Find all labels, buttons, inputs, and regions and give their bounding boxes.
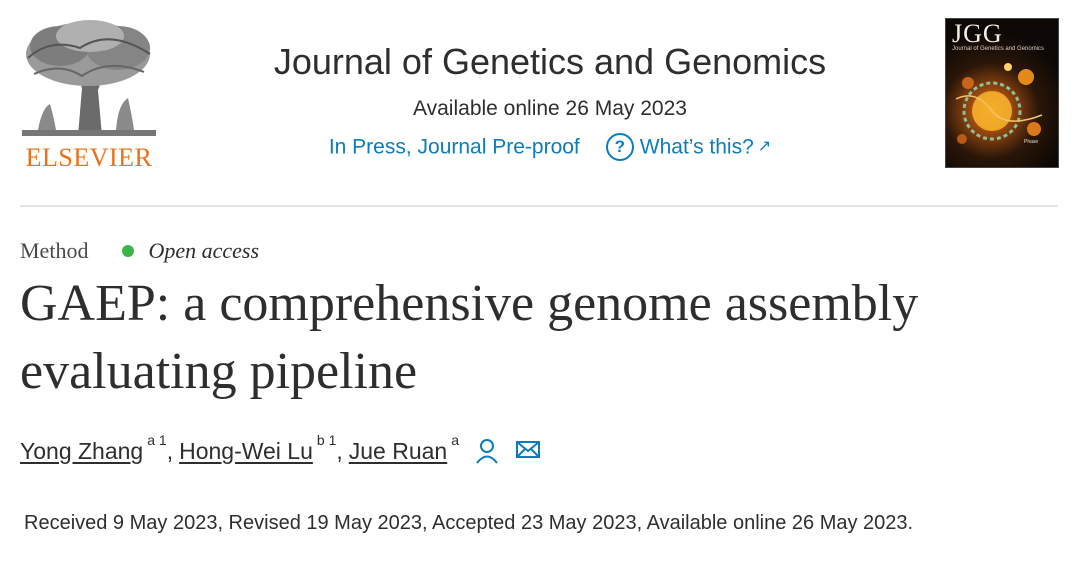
author-list: Yong Zhang a 1, Hong-Wei Lu b 1, Jue Rua… — [20, 432, 541, 470]
article-status-line: In Press, Journal Pre-proof? What’s this?… — [200, 132, 900, 162]
journal-cover[interactable]: Phase JGG Journal of Genetics and Genomi… — [945, 18, 1059, 168]
elsevier-tree-icon — [20, 18, 158, 140]
header-divider — [20, 205, 1058, 207]
publisher-name: ELSEVIER — [25, 143, 153, 172]
article-type: Method — [20, 238, 89, 263]
person-icon[interactable] — [475, 438, 499, 470]
mail-icon[interactable] — [515, 438, 541, 466]
svg-text:Phase: Phase — [1024, 139, 1038, 145]
journal-header: Journal of Genetics and Genomics Availab… — [200, 38, 900, 162]
author-separator: , — [336, 438, 343, 464]
external-link-icon: ↗ — [757, 138, 772, 156]
article-meta: Method Open access — [20, 238, 259, 264]
cover-title: JGG — [952, 19, 1003, 48]
open-access-label: Open access — [148, 238, 260, 263]
author-separator: , — [166, 438, 174, 464]
open-access-dot-icon — [122, 245, 135, 257]
journal-title[interactable]: Journal of Genetics and Genomics — [200, 38, 900, 86]
author-affiliation[interactable]: a 1 — [147, 432, 166, 448]
author-affiliation[interactable]: a — [451, 432, 459, 448]
author-affiliation[interactable]: b 1 — [317, 432, 336, 448]
author-link[interactable]: Yong Zhang — [20, 438, 143, 465]
author-link[interactable]: Hong-Wei Lu — [179, 438, 313, 465]
article-history-dates: Received 9 May 2023, Revised 19 May 2023… — [24, 512, 914, 534]
author-link[interactable]: Jue Ruan — [349, 438, 447, 465]
whats-this-link[interactable]: What’s this? — [640, 135, 754, 158]
available-online-date: Available online 26 May 2023 — [413, 97, 687, 120]
journal-pre-proof-link[interactable]: In Press, Journal Pre-proof — [329, 135, 580, 158]
cover-subtitle: Journal of Genetics and Genomics — [952, 46, 1045, 52]
article-title: GAEP: a comprehensive genome assembly ev… — [20, 275, 919, 400]
question-circle-icon[interactable]: ? — [605, 133, 634, 162]
